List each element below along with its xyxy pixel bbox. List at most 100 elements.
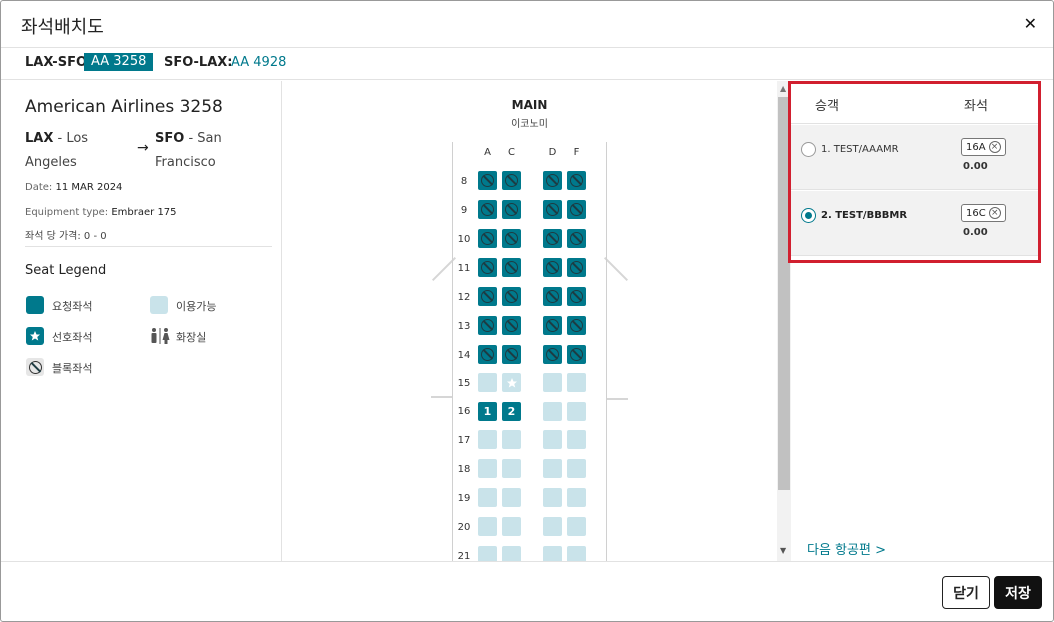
row-number: 8 <box>460 176 468 187</box>
outbound-flight-tab[interactable]: AA 3258 <box>84 53 154 71</box>
remove-seat-icon[interactable]: × <box>988 141 1001 153</box>
seat-13c <box>502 316 521 335</box>
blocked-icon <box>26 358 44 376</box>
passenger-name: 2. TEST/BBBMR <box>821 210 908 221</box>
seat-18a[interactable] <box>478 459 497 478</box>
seat-assignment: 16C × <box>961 204 1006 222</box>
seat-17a[interactable] <box>478 430 497 449</box>
available-seat-swatch <box>150 296 168 314</box>
seat-16c-selected[interactable]: 2 <box>502 402 521 421</box>
dest-city-1: - San <box>188 131 222 146</box>
seat-8a <box>478 171 497 190</box>
passenger-radio-selected[interactable] <box>801 208 816 223</box>
seat-15c[interactable] <box>502 373 521 392</box>
seat-13a <box>478 316 497 335</box>
row-number: 20 <box>457 522 471 533</box>
passenger-radio[interactable] <box>801 142 816 157</box>
seat-16f[interactable] <box>567 402 586 421</box>
remove-seat-icon[interactable]: × <box>988 207 1001 219</box>
row-number: 19 <box>457 493 471 504</box>
seat-15d[interactable] <box>543 373 562 392</box>
seat-17d[interactable] <box>543 430 562 449</box>
flight-tabs: LAX-SFO: AA 3258 SFO-LAX: AA 4928 <box>1 48 1053 80</box>
seat-20f[interactable] <box>567 517 586 536</box>
legend-restroom: 화장실 <box>176 331 207 344</box>
save-button[interactable]: 저장 <box>994 576 1042 609</box>
seat-21c[interactable] <box>502 546 521 561</box>
seat-21f[interactable] <box>567 546 586 561</box>
row-number: 16 <box>457 406 471 417</box>
arrow-right-icon: → <box>137 140 149 156</box>
requested-seat-swatch <box>26 296 44 314</box>
seat-15a[interactable] <box>478 373 497 392</box>
seat-9a <box>478 200 497 219</box>
seat-15f[interactable] <box>567 373 586 392</box>
seat-8c <box>502 171 521 190</box>
close-icon[interactable]: ✕ <box>1024 14 1037 33</box>
legend-title: Seat Legend <box>25 263 107 278</box>
seat-14f <box>567 345 586 364</box>
passenger-header: 승객 좌석 <box>791 84 1038 124</box>
seat-20d[interactable] <box>543 517 562 536</box>
row-number: 9 <box>460 205 468 216</box>
legend-requested: 요청좌석 <box>52 300 93 313</box>
row-number: 12 <box>457 292 471 303</box>
divider <box>25 246 272 247</box>
star-icon <box>506 377 517 387</box>
seat-17c[interactable] <box>502 430 521 449</box>
passenger-row[interactable]: 2. TEST/BBBMR 16C × 0.00 <box>791 191 1038 256</box>
seat-18f[interactable] <box>567 459 586 478</box>
column-d: D <box>548 147 557 158</box>
seat-19a[interactable] <box>478 488 497 507</box>
seat-16a-selected[interactable]: 1 <box>478 402 497 421</box>
row-number: 21 <box>457 551 471 561</box>
flight-date: Date: 11 MAR 2024 <box>25 182 123 193</box>
dest-city-2: Francisco <box>155 155 216 170</box>
passenger-highlight-box: 승객 좌석 1. TEST/AAAMR 16A × 0.00 2. TEST/B… <box>788 81 1041 263</box>
row-number: 13 <box>457 321 471 332</box>
seat-18d[interactable] <box>543 459 562 478</box>
header-seat: 좌석 <box>964 99 988 114</box>
seat-9f <box>567 200 586 219</box>
seat-11d <box>543 258 562 277</box>
next-flight-link[interactable]: 다음 항공편 > <box>807 539 886 558</box>
legend-available: 이용가능 <box>176 300 217 313</box>
seat-17f[interactable] <box>567 430 586 449</box>
seat-18c[interactable] <box>502 459 521 478</box>
seat-20a[interactable] <box>478 517 497 536</box>
close-button[interactable]: 닫기 <box>942 576 990 609</box>
flight-info-panel: American Airlines 3258 LAX - Los Angeles… <box>1 81 282 561</box>
seat-9c <box>502 200 521 219</box>
seat-10c <box>502 229 521 248</box>
return-label: SFO-LAX: <box>164 55 233 70</box>
passenger-name: 1. TEST/AAAMR <box>821 144 899 155</box>
seat-21a[interactable] <box>478 546 497 561</box>
legend-preferred: 선호좌석 <box>52 331 93 344</box>
scroll-down-icon[interactable]: ▼ <box>780 546 786 555</box>
column-c: C <box>508 147 515 158</box>
return-flight-tab[interactable]: AA 4928 <box>231 55 286 70</box>
row-number: 10 <box>457 234 471 245</box>
seat-11a <box>478 258 497 277</box>
row-number: 18 <box>457 464 471 475</box>
star-icon <box>26 327 44 345</box>
seat-price: 0.00 <box>963 227 988 238</box>
header-passenger: 승객 <box>815 99 839 114</box>
scroll-up-icon[interactable]: ▲ <box>780 84 786 93</box>
passenger-row[interactable]: 1. TEST/AAAMR 16A × 0.00 <box>791 125 1038 190</box>
row-number: 15 <box>457 378 471 389</box>
seat-20c[interactable] <box>502 517 521 536</box>
seat-10f <box>567 229 586 248</box>
seat-21d[interactable] <box>543 546 562 561</box>
seat-16d[interactable] <box>543 402 562 421</box>
seat-19c[interactable] <box>502 488 521 507</box>
seat-14a <box>478 345 497 364</box>
modal-title: 좌석배치도 <box>21 17 104 38</box>
modal-footer: 닫기 저장 <box>1 561 1053 621</box>
destination: SFO - San Francisco <box>155 127 222 175</box>
seat-10d <box>543 229 562 248</box>
seat-19d[interactable] <box>543 488 562 507</box>
origin: LAX - Los Angeles <box>25 127 88 175</box>
seat-19f[interactable] <box>567 488 586 507</box>
seat-assignment: 16A × <box>961 138 1006 156</box>
